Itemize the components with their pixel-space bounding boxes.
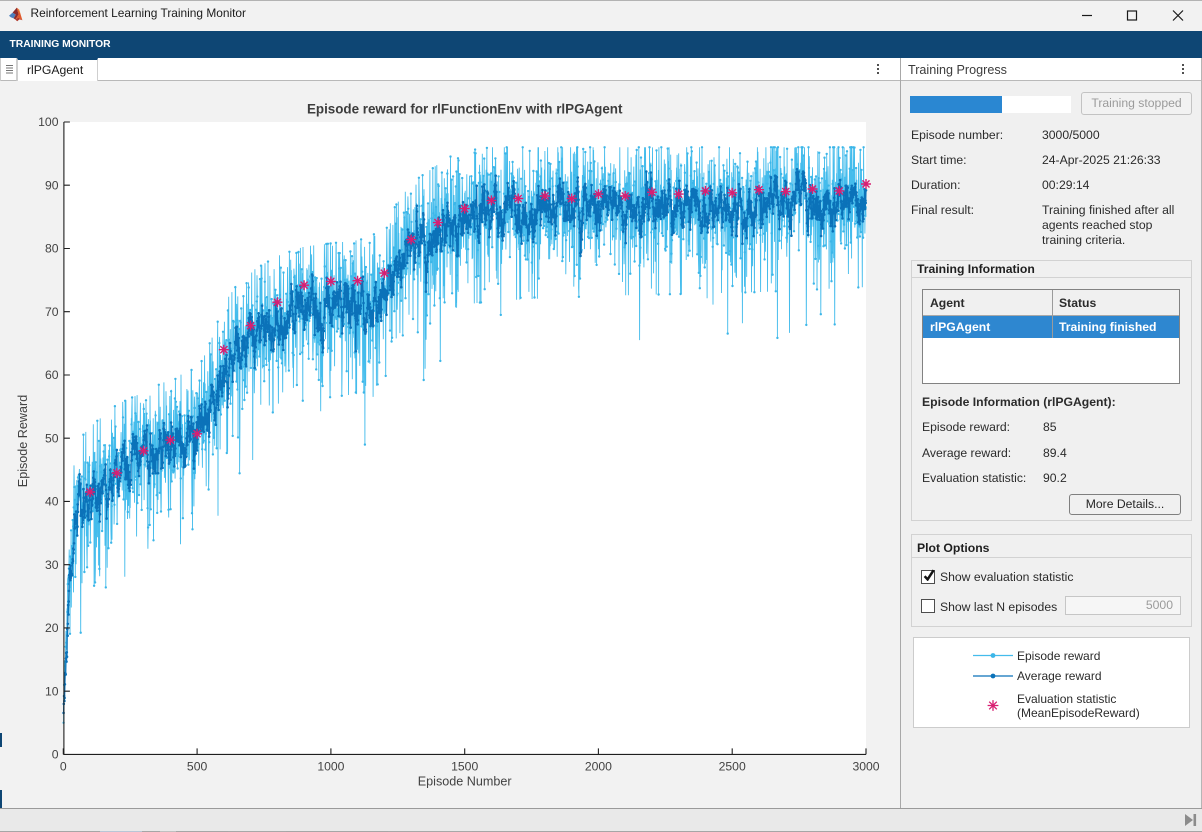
svg-text:50: 50 [45, 431, 59, 445]
svg-text:Episode Number: Episode Number [418, 775, 512, 789]
svg-text:1000: 1000 [317, 760, 344, 774]
svg-text:10: 10 [45, 684, 59, 698]
svg-text:Episode reward for rlFunctionE: Episode reward for rlFunctionEnv with rl… [307, 102, 623, 117]
svg-text:500: 500 [187, 760, 208, 774]
svg-text:80: 80 [45, 242, 59, 256]
svg-text:90: 90 [45, 178, 59, 192]
svg-text:3000: 3000 [852, 760, 879, 774]
svg-text:70: 70 [45, 305, 59, 319]
svg-text:60: 60 [45, 368, 59, 382]
svg-text:0: 0 [60, 760, 67, 774]
svg-text:0: 0 [52, 748, 59, 762]
svg-text:2000: 2000 [585, 760, 612, 774]
svg-text:40: 40 [45, 495, 59, 509]
svg-text:1500: 1500 [451, 760, 478, 774]
svg-text:20: 20 [45, 621, 59, 635]
svg-text:100: 100 [38, 115, 59, 129]
svg-text:Episode Reward: Episode Reward [16, 395, 30, 487]
svg-text:2500: 2500 [719, 760, 746, 774]
svg-text:30: 30 [45, 558, 59, 572]
